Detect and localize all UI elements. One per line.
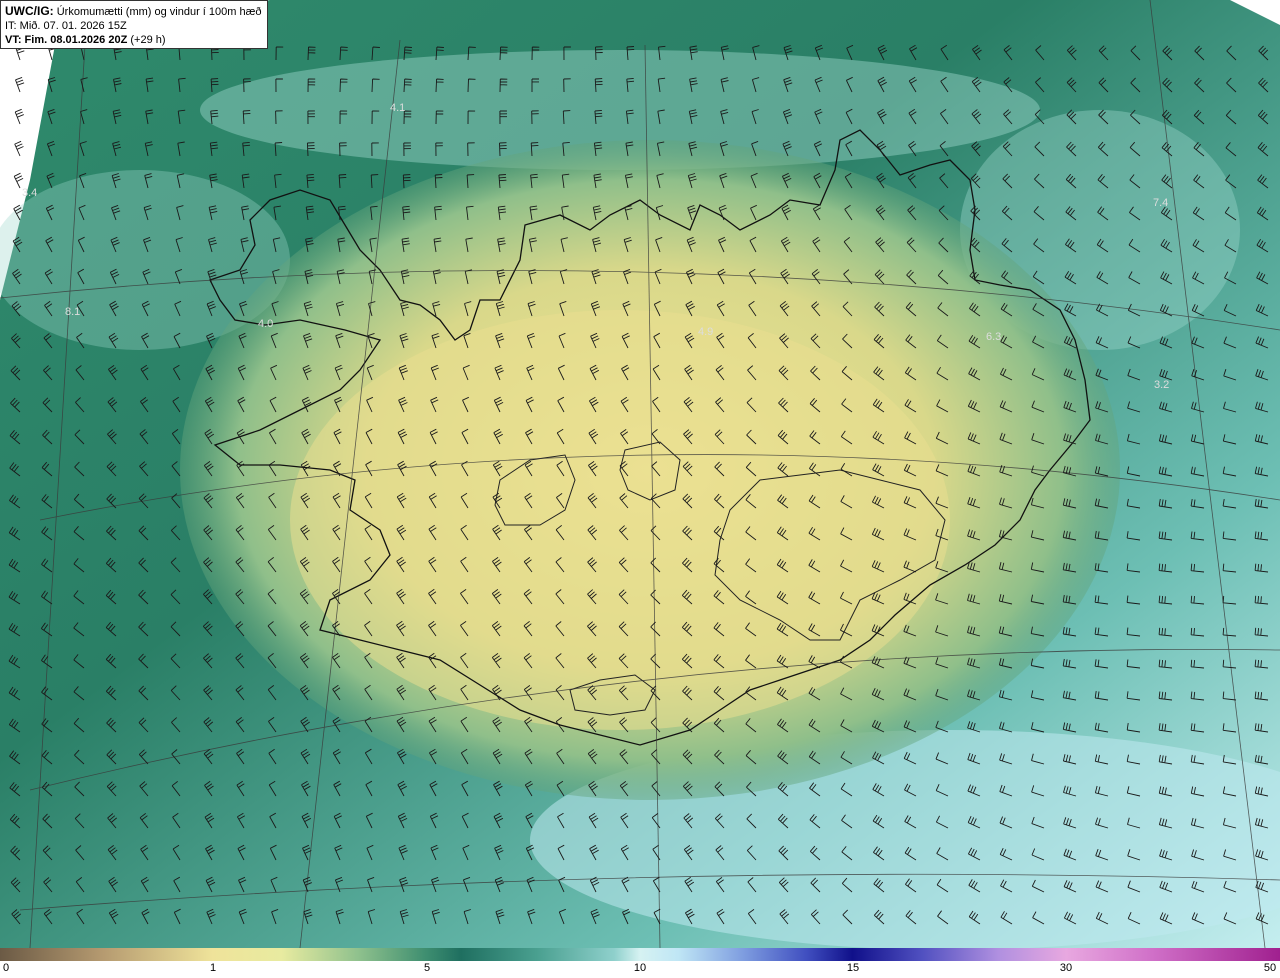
station-label: 8.1 (65, 306, 80, 318)
station-label: 4.1 (390, 102, 405, 114)
valid-time-offset: (+29 h) (130, 34, 166, 46)
station-label: 7.4 (1153, 197, 1168, 209)
station-label: 4.9 (698, 326, 713, 338)
map-area: 4.1 3.4 8.1 7.4 4.9 6.3 3.2 4.0 UWC/IG: … (0, 0, 1280, 948)
initial-time: IT: Mið. 07. 01. 2026 15Z (5, 20, 127, 32)
product-code: UWC/IG: (5, 4, 54, 18)
colorbar-legend: 0 1 5 10 15 30 50 (0, 948, 1280, 978)
station-label: 4.0 (258, 318, 273, 330)
colorbar-tick: 0 (2, 962, 10, 974)
colorbar (0, 948, 1280, 961)
colorbar-tick: 10 (633, 962, 647, 974)
valid-time-row: VT: Fim. 08.01.2026 20Z (+29 h) (5, 33, 263, 47)
colorbar-tick: 5 (423, 962, 431, 974)
product-title-row: UWC/IG: Úrkomumætti (mm) og vindur í 100… (5, 4, 263, 19)
station-label: 3.2 (1154, 379, 1169, 391)
station-label: 3.4 (22, 187, 37, 199)
valid-time: VT: Fim. 08.01.2026 20Z (5, 34, 128, 46)
product-title: Úrkomumætti (mm) og vindur í 100m hæð (56, 6, 262, 18)
colorbar-tick: 1 (209, 962, 217, 974)
precipitation-wind-map: 4.1 3.4 8.1 7.4 4.9 6.3 3.2 4.0 (0, 0, 1280, 948)
colorbar-tick: 15 (846, 962, 860, 974)
station-label: 6.3 (986, 331, 1001, 343)
colorbar-tick: 50 (1263, 962, 1277, 974)
map-info-box: UWC/IG: Úrkomumætti (mm) og vindur í 100… (0, 0, 268, 49)
colorbar-tick: 30 (1059, 962, 1073, 974)
